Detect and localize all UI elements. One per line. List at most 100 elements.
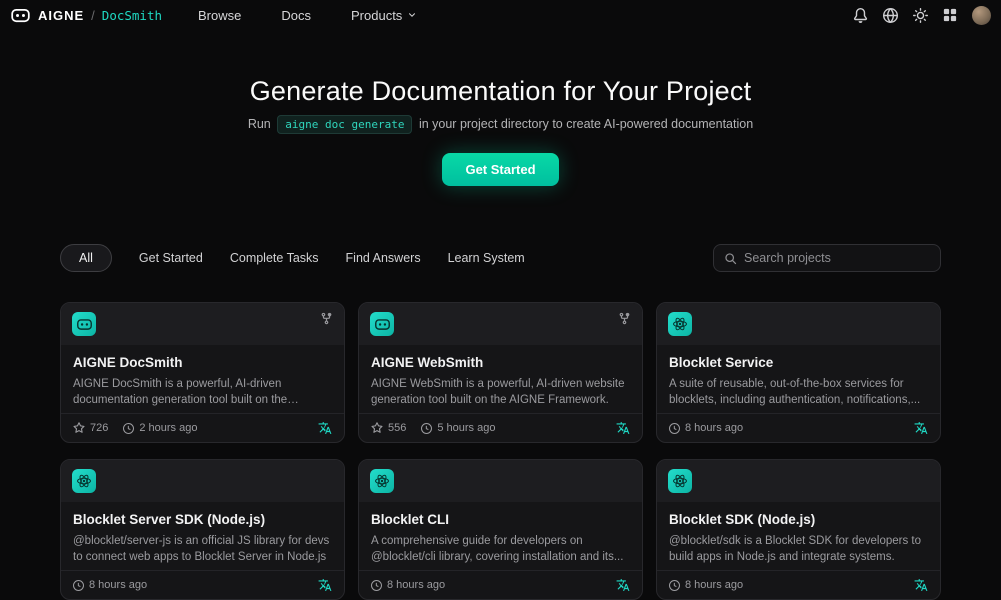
project-card-aigne-docsmith[interactable]: AIGNE DocSmith AIGNE DocSmith is a power…	[60, 302, 345, 443]
chevron-down-icon	[407, 10, 417, 20]
star-icon	[73, 422, 85, 434]
updated-time: 5 hours ago	[421, 422, 495, 434]
nav-right	[853, 6, 991, 25]
blocklet-app-icon	[668, 469, 692, 493]
card-body: Blocklet SDK (Node.js) @blocklet/sdk is …	[657, 502, 940, 570]
star-count-value: 726	[90, 422, 108, 434]
tab-learn-system[interactable]: Learn System	[448, 251, 525, 265]
card-footer: 8 hours ago	[61, 570, 344, 599]
brand[interactable]: AIGNE / DocSmith	[10, 5, 162, 26]
translate-icon[interactable]	[616, 578, 630, 592]
aigne-logo-icon	[10, 5, 31, 26]
card-body: Blocklet Server SDK (Node.js) @blocklet/…	[61, 502, 344, 570]
card-body: AIGNE WebSmith AIGNE WebSmith is a power…	[359, 345, 642, 413]
updated-time-value: 8 hours ago	[685, 579, 743, 591]
translate-icon[interactable]	[318, 421, 332, 435]
fork-icon[interactable]	[320, 312, 333, 325]
updated-time-value: 8 hours ago	[89, 579, 147, 591]
card-footer: 8 hours ago	[657, 413, 940, 442]
clock-icon	[123, 423, 134, 434]
clock-icon	[669, 423, 680, 434]
subtitle-prefix: Run	[248, 117, 271, 131]
card-title: Blocklet CLI	[371, 512, 630, 527]
card-header	[359, 460, 642, 502]
updated-time: 2 hours ago	[123, 422, 197, 434]
search-box[interactable]	[713, 244, 941, 272]
updated-time-value: 5 hours ago	[437, 422, 495, 434]
tab-get-started[interactable]: Get Started	[139, 251, 203, 265]
nav-link-browse[interactable]: Browse	[198, 8, 241, 23]
brand-separator: /	[91, 8, 95, 23]
nav-link-docs[interactable]: Docs	[281, 8, 311, 23]
card-header	[359, 303, 642, 345]
updated-time: 8 hours ago	[669, 579, 743, 591]
blocklet-app-icon	[72, 469, 96, 493]
star-count: 726	[73, 422, 108, 434]
card-body: Blocklet Service A suite of reusable, ou…	[657, 345, 940, 413]
clock-icon	[421, 423, 432, 434]
aigne-app-icon	[370, 312, 394, 336]
card-footer: 8 hours ago	[359, 570, 642, 599]
translate-icon[interactable]	[318, 578, 332, 592]
project-card-blocklet-cli[interactable]: Blocklet CLI A comprehensive guide for d…	[358, 459, 643, 600]
card-footer: 8 hours ago	[657, 570, 940, 599]
tab-all[interactable]: All	[60, 244, 112, 272]
subtitle-suffix: in your project directory to create AI-p…	[419, 117, 753, 131]
translate-icon[interactable]	[914, 578, 928, 592]
main-content: All Get Started Complete Tasks Find Answ…	[60, 244, 941, 600]
project-card-aigne-websmith[interactable]: AIGNE WebSmith AIGNE WebSmith is a power…	[358, 302, 643, 443]
blocklet-app-icon	[668, 312, 692, 336]
hero-subtitle: Run aigne doc generate in your project d…	[0, 117, 1001, 131]
hero-section: Generate Documentation for Your Project …	[0, 76, 1001, 186]
brand-product: DocSmith	[102, 8, 162, 23]
card-body: AIGNE DocSmith AIGNE DocSmith is a power…	[61, 345, 344, 413]
card-description: A suite of reusable, out-of-the-box serv…	[669, 376, 928, 409]
updated-time: 8 hours ago	[371, 579, 445, 591]
clock-icon	[371, 580, 382, 591]
card-header	[61, 303, 344, 345]
clock-icon	[669, 580, 680, 591]
fork-icon[interactable]	[618, 312, 631, 325]
project-card-blocklet-server-sdk[interactable]: Blocklet Server SDK (Node.js) @blocklet/…	[60, 459, 345, 600]
user-avatar[interactable]	[972, 6, 991, 25]
navbar: AIGNE / DocSmith Browse Docs Products	[0, 0, 1001, 30]
nav-link-products[interactable]: Products	[351, 8, 417, 23]
card-title: Blocklet SDK (Node.js)	[669, 512, 928, 527]
card-description: AIGNE DocSmith is a powerful, AI-driven …	[73, 376, 332, 409]
aigne-app-icon	[72, 312, 96, 336]
apps-grid-icon[interactable]	[943, 8, 957, 22]
updated-time: 8 hours ago	[669, 422, 743, 434]
page-title: Generate Documentation for Your Project	[0, 76, 1001, 107]
card-header	[61, 460, 344, 502]
star-count: 556	[371, 422, 406, 434]
project-card-blocklet-sdk[interactable]: Blocklet SDK (Node.js) @blocklet/sdk is …	[656, 459, 941, 600]
search-icon	[724, 252, 737, 265]
theme-sun-icon[interactable]	[913, 8, 928, 23]
blocklet-app-icon	[370, 469, 394, 493]
translate-icon[interactable]	[616, 421, 630, 435]
search-input[interactable]	[744, 251, 930, 265]
get-started-button[interactable]: Get Started	[442, 153, 558, 186]
project-card-blocklet-service[interactable]: Blocklet Service A suite of reusable, ou…	[656, 302, 941, 443]
tab-find-answers[interactable]: Find Answers	[346, 251, 421, 265]
notifications-bell-icon[interactable]	[853, 8, 868, 23]
projects-grid: AIGNE DocSmith AIGNE DocSmith is a power…	[60, 302, 941, 600]
clock-icon	[73, 580, 84, 591]
translate-icon[interactable]	[914, 421, 928, 435]
language-globe-icon[interactable]	[883, 8, 898, 23]
card-footer: 556 5 hours ago	[359, 413, 642, 442]
filter-row: All Get Started Complete Tasks Find Answ…	[60, 244, 941, 272]
nav-links: Browse Docs Products	[198, 8, 417, 23]
card-title: Blocklet Server SDK (Node.js)	[73, 512, 332, 527]
tab-complete-tasks[interactable]: Complete Tasks	[230, 251, 319, 265]
updated-time: 8 hours ago	[73, 579, 147, 591]
star-count-value: 556	[388, 422, 406, 434]
card-description: AIGNE WebSmith is a powerful, AI-driven …	[371, 376, 630, 409]
card-title: Blocklet Service	[669, 355, 928, 370]
star-icon	[371, 422, 383, 434]
card-body: Blocklet CLI A comprehensive guide for d…	[359, 502, 642, 570]
brand-name: AIGNE	[38, 8, 84, 23]
card-header	[657, 460, 940, 502]
updated-time-value: 8 hours ago	[387, 579, 445, 591]
updated-time-value: 8 hours ago	[685, 422, 743, 434]
